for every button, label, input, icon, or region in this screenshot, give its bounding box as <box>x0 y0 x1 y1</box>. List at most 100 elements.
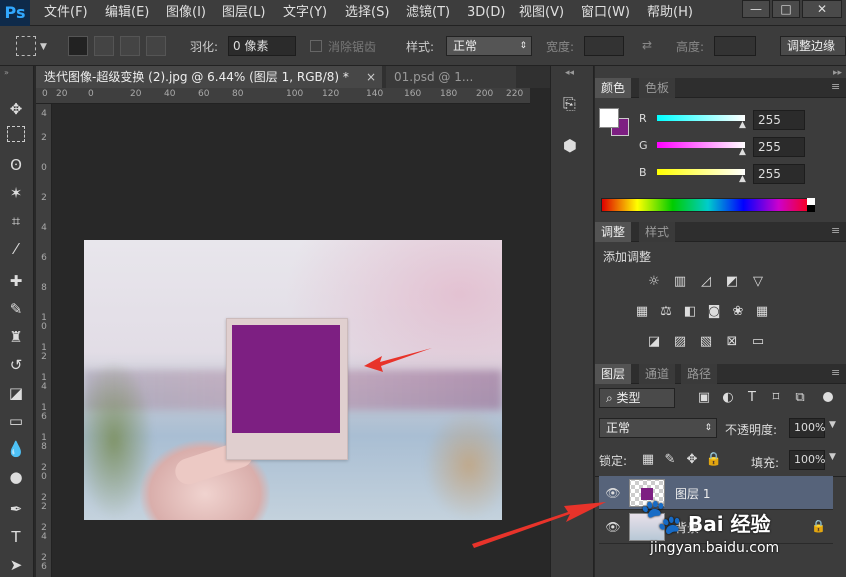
path-select-tool-icon[interactable]: ➤ <box>4 554 28 576</box>
menu-help[interactable]: 帮助(H) <box>647 0 693 26</box>
threshold-icon[interactable]: ▧ <box>697 334 715 350</box>
filter-shape-icon[interactable]: ⌑ <box>767 390 785 406</box>
slider-handle-icon[interactable]: ▲ <box>739 147 746 157</box>
color-lookup-icon[interactable]: ▦ <box>753 304 771 320</box>
r-value-input[interactable]: 255 <box>753 110 805 130</box>
vibrance-icon[interactable]: ▽ <box>749 274 767 290</box>
tab-channels[interactable]: 通道 <box>639 364 676 384</box>
minimize-button[interactable]: — <box>742 0 770 18</box>
3d-panel-icon[interactable]: ⬢ <box>563 136 577 155</box>
refine-edge-button[interactable]: 调整边缘 <box>780 36 846 56</box>
black-white-icon[interactable]: ◧ <box>681 304 699 320</box>
tab-adjustments[interactable]: 调整 <box>595 222 632 242</box>
blend-mode-select[interactable]: 正常 ⇕ <box>599 418 717 438</box>
tab-swatches[interactable]: 色板 <box>639 78 676 98</box>
move-tool-icon[interactable]: ✥ <box>4 98 28 120</box>
panel-menu-icon[interactable]: ≡ <box>831 80 840 93</box>
menu-filter[interactable]: 滤镜(T) <box>406 0 450 26</box>
eraser-tool-icon[interactable]: ◪ <box>4 382 28 404</box>
rect-marquee-tool-icon[interactable] <box>7 126 25 142</box>
color-spectrum-bar[interactable] <box>601 198 815 212</box>
healing-tool-icon[interactable]: ✚ <box>4 270 28 292</box>
crop-tool-icon[interactable]: ⌗ <box>4 210 28 232</box>
filter-type-icon[interactable]: T <box>743 390 761 406</box>
menu-file[interactable]: 文件(F) <box>44 0 88 26</box>
intersect-selection-icon[interactable] <box>146 36 166 56</box>
menu-layer[interactable]: 图层(L) <box>222 0 265 26</box>
pen-tool-icon[interactable]: ✒ <box>4 498 28 520</box>
close-button[interactable]: ✕ <box>802 0 842 18</box>
dodge-tool-icon[interactable]: ● <box>4 466 28 488</box>
filter-smart-object-icon[interactable]: ⧉ <box>791 390 809 406</box>
layer-filter-select[interactable]: ⌕ 类型 <box>599 388 675 408</box>
lasso-tool-icon[interactable]: ʘ <box>4 154 28 176</box>
foreground-color-swatch[interactable] <box>599 108 619 128</box>
type-tool-icon[interactable]: T <box>4 526 28 548</box>
lock-image-icon[interactable]: ✎ <box>661 452 679 468</box>
menu-edit[interactable]: 编辑(E) <box>105 0 149 26</box>
g-slider[interactable] <box>657 142 745 148</box>
g-value-input[interactable]: 255 <box>753 137 805 157</box>
selective-color-icon[interactable]: ⊠ <box>723 334 741 350</box>
tab-second-document[interactable]: 01.psd @ 1... <box>386 66 516 88</box>
collapse-icon[interactable]: ▸▸ <box>595 68 846 78</box>
height-input[interactable] <box>714 36 756 56</box>
brush-tool-icon[interactable]: ✎ <box>4 298 28 320</box>
gradient-tool-icon[interactable]: ▭ <box>4 410 28 432</box>
antialias-checkbox[interactable] <box>310 40 322 52</box>
photo-filter-icon[interactable]: ◙ <box>705 304 723 320</box>
gradient-map-icon[interactable]: ▭ <box>749 334 767 350</box>
posterize-icon[interactable]: ▨ <box>671 334 689 350</box>
chevron-down-icon[interactable]: ▼ <box>829 452 836 462</box>
style-select[interactable]: 正常 ⇕ <box>446 36 532 56</box>
filter-adjustment-icon[interactable]: ◐ <box>719 390 737 406</box>
magic-wand-tool-icon[interactable]: ✶ <box>4 182 28 204</box>
filter-pixel-icon[interactable]: ▣ <box>695 390 713 406</box>
levels-icon[interactable]: ▥ <box>671 274 689 290</box>
subtract-selection-icon[interactable] <box>120 36 140 56</box>
stamp-tool-icon[interactable]: ♜ <box>4 326 28 348</box>
feather-input[interactable]: 0 像素 <box>228 36 296 56</box>
menu-window[interactable]: 窗口(W) <box>581 0 630 26</box>
slider-handle-icon[interactable]: ▲ <box>739 120 746 130</box>
tab-styles[interactable]: 样式 <box>639 222 676 242</box>
tab-paths[interactable]: 路径 <box>681 364 718 384</box>
swap-icon[interactable]: ⇄ <box>642 38 652 52</box>
b-slider[interactable] <box>657 169 745 175</box>
purple-layer-fill[interactable] <box>232 325 340 433</box>
eyedropper-tool-icon[interactable]: ⁄ <box>4 238 28 260</box>
black-white-swatch[interactable] <box>807 198 815 212</box>
menu-image[interactable]: 图像(I) <box>166 0 206 26</box>
hue-saturation-icon[interactable]: ▦ <box>633 304 651 320</box>
panel-menu-icon[interactable]: ≡ <box>831 366 840 379</box>
tab-active-document[interactable]: 迭代图像-超级变换 (2).jpg @ 6.44% (图层 1, RGB/8) … <box>36 66 382 88</box>
blur-tool-icon[interactable]: 💧 <box>4 438 28 460</box>
invert-icon[interactable]: ◪ <box>645 334 663 350</box>
menu-type[interactable]: 文字(Y) <box>283 0 327 26</box>
marquee-tool-icon[interactable] <box>16 36 36 56</box>
fill-input[interactable]: 100% <box>789 450 825 470</box>
history-brush-tool-icon[interactable]: ↺ <box>4 354 28 376</box>
add-selection-icon[interactable] <box>94 36 114 56</box>
b-value-input[interactable]: 255 <box>753 164 805 184</box>
menu-select[interactable]: 选择(S) <box>345 0 389 26</box>
brightness-icon[interactable]: ☼ <box>645 274 663 290</box>
lock-position-icon[interactable]: ✥ <box>683 452 701 468</box>
slider-handle-icon[interactable]: ▲ <box>739 174 746 184</box>
lock-all-icon[interactable]: 🔒 <box>705 452 723 468</box>
menu-3d[interactable]: 3D(D) <box>467 0 505 26</box>
history-panel-icon[interactable]: ⎘ <box>563 94 576 114</box>
exposure-icon[interactable]: ◩ <box>723 274 741 290</box>
opacity-input[interactable]: 100% <box>789 418 825 438</box>
new-selection-icon[interactable] <box>68 36 88 56</box>
channel-mixer-icon[interactable]: ❀ <box>729 304 747 320</box>
collapse-icon[interactable]: ◂◂ <box>565 68 574 78</box>
chevron-down-icon[interactable]: ▼ <box>40 42 47 52</box>
menu-view[interactable]: 视图(V) <box>519 0 564 26</box>
tab-layers[interactable]: 图层 <box>595 364 632 384</box>
close-tab-icon[interactable]: × <box>366 70 376 84</box>
lock-transparent-icon[interactable]: ▦ <box>639 452 657 468</box>
r-slider[interactable] <box>657 115 745 121</box>
collapse-icon[interactable]: » <box>4 68 30 77</box>
chevron-down-icon[interactable]: ▼ <box>829 420 836 430</box>
